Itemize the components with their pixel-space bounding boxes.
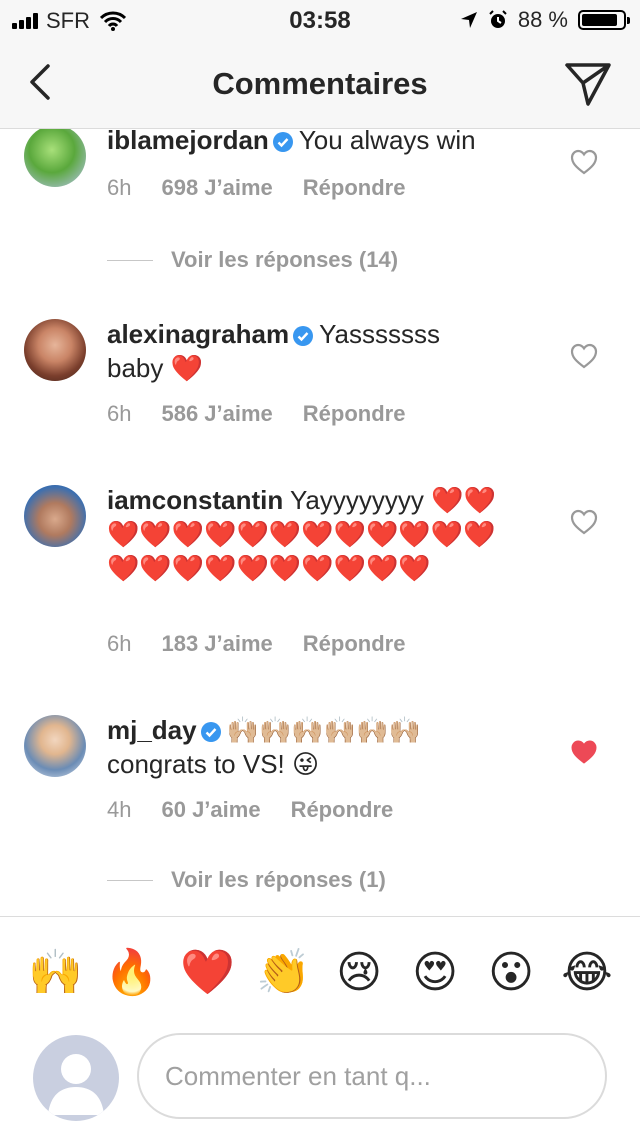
page-title: Commentaires: [212, 66, 428, 101]
reply-link[interactable]: Répondre: [303, 631, 406, 657]
avatar[interactable]: [24, 319, 86, 381]
likes-count[interactable]: 698 J’aime: [161, 175, 272, 201]
username[interactable]: alexinagraham: [107, 319, 289, 349]
status-bar: SFR 03:58 88 %: [0, 0, 640, 40]
reply-link[interactable]: Répondre: [303, 401, 406, 427]
comment-time: 6h: [107, 175, 132, 200]
username[interactable]: iblamejordan: [107, 129, 269, 155]
heart-outline-icon[interactable]: [570, 343, 598, 369]
emoji-raising-hands-button[interactable]: 🙌: [28, 947, 83, 999]
username[interactable]: mj_day: [107, 715, 197, 745]
emoji-heart-button[interactable]: ❤️: [180, 947, 235, 999]
verified-badge-icon: [293, 326, 314, 346]
reply-link[interactable]: Répondre: [303, 175, 406, 201]
verified-badge-icon: [272, 132, 293, 152]
likes-count[interactable]: 586 J’aime: [161, 401, 272, 427]
quick-emoji-bar: 🙌 🔥 ❤️ 👏 😢 😍 😮 😂: [0, 916, 640, 1027]
comment-text: alexinagraham Yasssssss baby ❤️: [107, 317, 527, 385]
verified-badge-icon: [200, 722, 221, 742]
likes-count[interactable]: 60 J’aime: [161, 797, 260, 823]
comment-meta: 6h 586 J’aime Répondre: [107, 401, 405, 427]
heart-outline-icon[interactable]: [570, 149, 598, 175]
heart-outline-icon[interactable]: [570, 509, 598, 535]
send-direct-icon[interactable]: [564, 60, 612, 108]
username[interactable]: iamconstantin: [107, 485, 283, 515]
likes-count[interactable]: 183 J’aime: [161, 631, 272, 657]
alarm-icon: [489, 10, 507, 28]
emoji-clapping-button[interactable]: 👏: [256, 947, 311, 999]
emoji-fire-button[interactable]: 🔥: [104, 947, 159, 999]
comment-time: 4h: [107, 797, 132, 822]
emoji-surprised-button[interactable]: 😮: [485, 947, 537, 999]
emoji-crying-button[interactable]: 😢: [333, 947, 385, 999]
heart-filled-icon[interactable]: [570, 739, 598, 765]
avatar: [33, 1035, 119, 1121]
reply-link[interactable]: Répondre: [291, 797, 394, 823]
comment-body-line1: 🙌🏼🙌🏼🙌🏼🙌🏼🙌🏼🙌🏼: [226, 715, 421, 745]
view-replies-label: Voir les réponses (14): [171, 247, 399, 272]
avatar[interactable]: [24, 485, 86, 547]
comment-meta: 6h 183 J’aime Répondre: [107, 631, 405, 657]
status-right: 88 %: [460, 7, 630, 33]
view-replies-button[interactable]: Voir les réponses (1): [107, 867, 386, 893]
avatar[interactable]: [24, 715, 86, 777]
comment-body-line2: baby ❤️: [107, 353, 203, 383]
emoji-laughing-button[interactable]: 😂: [561, 947, 613, 999]
comment-text: iamconstantin Yayyyyyyyy ❤️❤️❤️❤️❤️❤️❤️❤…: [107, 483, 507, 585]
comment-text: iblamejordan You always win: [107, 129, 527, 157]
emoji-heart-eyes-button[interactable]: 😍: [409, 947, 461, 999]
user-silhouette-icon: [48, 1054, 104, 1115]
comment-meta: 6h 698 J’aime Répondre: [107, 175, 405, 201]
replies-divider: [107, 259, 153, 261]
view-replies-button[interactable]: Voir les réponses (14): [107, 247, 398, 273]
nav-bar: Commentaires: [0, 40, 640, 129]
comment-body: You always win: [298, 129, 476, 155]
comment-composer: [0, 1026, 640, 1136]
location-arrow-icon: [460, 12, 477, 28]
comment-input[interactable]: [137, 1033, 607, 1119]
comment-body-line1: Yasssssss: [319, 319, 440, 349]
battery-icon: [578, 10, 630, 30]
comments-list[interactable]: iblamejordan You always win 6h 698 J’aime…: [0, 129, 640, 915]
avatar[interactable]: [24, 129, 86, 187]
comment-time: 6h: [107, 401, 132, 426]
view-replies-label: Voir les réponses (1): [171, 867, 386, 892]
comment-meta: 4h 60 J’aime Répondre: [107, 797, 393, 823]
battery-percent: 88 %: [517, 7, 568, 32]
comment-time: 6h: [107, 631, 132, 656]
comment-body-line2: congrats to VS! 😜: [107, 749, 320, 779]
comment-text: mj_day 🙌🏼🙌🏼🙌🏼🙌🏼🙌🏼🙌🏼 congrats to VS! 😜: [107, 713, 527, 781]
replies-divider: [107, 879, 153, 881]
